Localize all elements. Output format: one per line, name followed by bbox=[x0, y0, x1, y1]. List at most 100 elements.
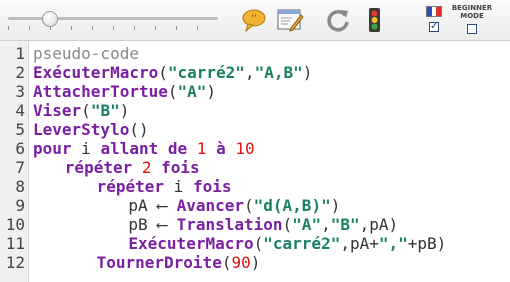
code-line[interactable]: 9 pA ⟵ Avancer("d(A,B)") bbox=[0, 196, 510, 215]
code-token: 10 bbox=[235, 139, 255, 158]
code-line[interactable]: 12 TournerDroite(90) bbox=[0, 253, 510, 272]
code-token: () bbox=[129, 120, 149, 139]
code-token: "carré2" bbox=[263, 234, 341, 253]
code-token: ( bbox=[282, 215, 293, 234]
code-token: "A" bbox=[177, 82, 207, 101]
code-token: 90 bbox=[231, 253, 251, 272]
code-editor[interactable]: 1 pseudo-code 2 ExécuterMacro("carré2","A,B… bbox=[0, 41, 510, 282]
code-token: ExécuterMacro bbox=[128, 234, 254, 253]
line-number: 9 bbox=[15, 196, 25, 215]
code-token: pseudo-code bbox=[33, 44, 139, 63]
code-token: ,pA+ bbox=[340, 234, 379, 253]
line-number: 11 bbox=[5, 234, 25, 253]
code-token: "carré2" bbox=[167, 63, 245, 82]
speed-slider-track[interactable] bbox=[8, 17, 218, 20]
code-text: ExécuterMacro("carré2","A,B") bbox=[33, 63, 312, 82]
code-token: répéter bbox=[64, 158, 133, 177]
code-line[interactable]: 10 pB ⟵ Translation("A","B",pA) bbox=[0, 215, 510, 234]
line-number: 1 bbox=[15, 44, 25, 63]
code-text: ExécuterMacro("carré2",pA+","+pB) bbox=[33, 234, 446, 253]
beginner-mode-label: BEGINNER MODE bbox=[449, 4, 495, 20]
toolbar: ‘‘ ✓ BEGINNER MODE bbox=[0, 0, 510, 41]
line-number: 3 bbox=[15, 82, 25, 101]
code-token: Translation bbox=[176, 215, 283, 234]
code-token: ) bbox=[250, 253, 261, 272]
code-line[interactable]: 3 AttacherTortue("A") bbox=[0, 82, 510, 101]
code-token: 2 bbox=[141, 158, 152, 177]
code-token: TournerDroite bbox=[96, 253, 222, 272]
line-number: 12 bbox=[5, 253, 25, 272]
edit-window-icon[interactable] bbox=[276, 6, 304, 34]
traffic-light-icon[interactable] bbox=[360, 6, 388, 34]
code-token: ( bbox=[167, 82, 178, 101]
line-number: 8 bbox=[15, 177, 25, 196]
code-text: répéter i fois bbox=[33, 177, 232, 196]
code-line[interactable]: 11 ExécuterMacro("carré2",pA+","+pB) bbox=[0, 234, 510, 253]
line-number: 10 bbox=[5, 215, 25, 234]
code-token: ) bbox=[206, 82, 217, 101]
code-line[interactable]: 5 LeverStylo() bbox=[0, 120, 510, 139]
speech-bubble-icon[interactable]: ‘‘ bbox=[240, 6, 268, 34]
refresh-icon[interactable] bbox=[324, 6, 352, 34]
code-text: LeverStylo() bbox=[33, 120, 149, 139]
code-token: fois bbox=[192, 177, 232, 196]
french-flag-icon bbox=[426, 6, 442, 17]
code-token: à bbox=[216, 139, 226, 158]
code-token: "A,B" bbox=[254, 63, 303, 82]
code-token: 1 bbox=[196, 139, 207, 158]
code-token: LeverStylo bbox=[33, 120, 130, 139]
code-text: pseudo-code bbox=[33, 44, 139, 63]
code-token: allant de bbox=[100, 139, 188, 158]
code-token: ) bbox=[330, 196, 341, 215]
speed-slider-ticks bbox=[8, 26, 218, 30]
language-checkbox[interactable]: ✓ bbox=[429, 22, 439, 32]
code-token: "B" bbox=[90, 101, 120, 120]
code-text: Viser("B") bbox=[33, 101, 129, 120]
code-token: , bbox=[321, 215, 331, 234]
code-line[interactable]: 8 répéter i fois bbox=[0, 177, 510, 196]
code-token: ( bbox=[244, 196, 254, 215]
code-token: pour bbox=[33, 139, 72, 158]
line-number: 4 bbox=[15, 101, 25, 120]
code-token: Viser bbox=[33, 101, 82, 120]
code-token: "B" bbox=[330, 215, 360, 234]
code-token: répéter bbox=[96, 177, 165, 196]
beginner-mode-checkbox[interactable] bbox=[467, 24, 477, 34]
code-token: +pB) bbox=[407, 234, 447, 253]
beginner-label-line2: MODE bbox=[460, 12, 484, 20]
code-token: AttacherTortue bbox=[33, 82, 168, 101]
code-line[interactable]: 1 pseudo-code bbox=[0, 44, 510, 63]
code-token: "," bbox=[378, 234, 408, 253]
speed-slider-thumb[interactable] bbox=[42, 11, 58, 27]
code-line[interactable]: 6 pour i allant de 1 à 10 bbox=[0, 139, 510, 158]
code-token: pA ⟵ bbox=[128, 196, 177, 215]
code-token: fois bbox=[161, 158, 200, 177]
code-token: ,pA) bbox=[359, 215, 399, 234]
code-line[interactable]: 2 ExécuterMacro("carré2","A,B") bbox=[0, 63, 510, 82]
code-text: pour i allant de 1 à 10 bbox=[33, 139, 255, 158]
code-token: ( bbox=[81, 101, 91, 120]
code-token: ExécuterMacro bbox=[33, 63, 159, 82]
code-token: i bbox=[71, 139, 101, 158]
code-line[interactable]: 4 Viser("B") bbox=[0, 101, 510, 120]
line-number: 5 bbox=[15, 120, 25, 139]
code-token: "d(A,B)" bbox=[253, 196, 331, 215]
code-token: Avancer bbox=[176, 196, 244, 215]
code-token: "A" bbox=[292, 215, 322, 234]
svg-text:‘‘: ‘‘ bbox=[251, 14, 257, 24]
code-token: ) bbox=[302, 63, 313, 82]
code-text: pB ⟵ Translation("A","B",pA) bbox=[33, 215, 398, 234]
code-token: i bbox=[164, 177, 193, 196]
code-line[interactable]: 7 répéter 2 fois bbox=[0, 158, 510, 177]
line-number: 6 bbox=[15, 139, 25, 158]
code-token: , bbox=[244, 63, 255, 82]
line-number: 2 bbox=[15, 63, 25, 82]
code-text: répéter 2 fois bbox=[33, 158, 200, 177]
code-text: TournerDroite(90) bbox=[33, 253, 261, 272]
code-token: ( bbox=[158, 63, 168, 82]
